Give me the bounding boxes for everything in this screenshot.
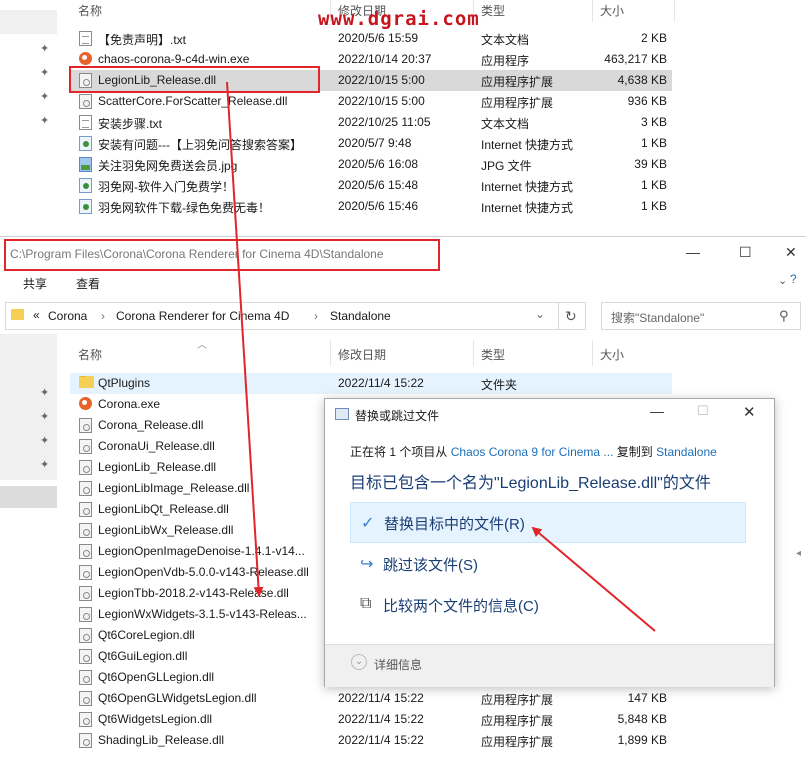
annotation-arrow-down [226, 81, 264, 597]
annotation-arrows [226, 81, 656, 632]
annotation-arrow-replace [531, 526, 656, 632]
